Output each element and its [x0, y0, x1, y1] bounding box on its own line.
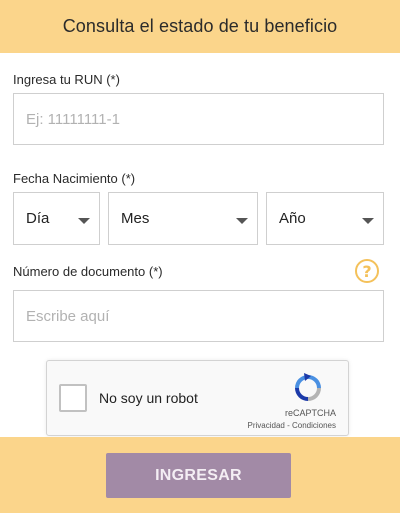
year-select-value: Año	[279, 210, 306, 227]
chevron-down-icon	[78, 218, 90, 224]
month-select[interactable]: Mes	[108, 192, 258, 245]
recaptcha-brand: reCAPTCHA	[284, 408, 336, 418]
birth-required-mark: (*)	[121, 171, 136, 186]
chevron-down-icon	[236, 218, 248, 224]
chevron-down-icon	[362, 218, 374, 224]
run-label: Ingresa tu RUN (*)	[13, 72, 120, 87]
help-symbol: ?	[362, 261, 372, 281]
run-input[interactable]	[26, 94, 383, 144]
recaptcha-terms-link[interactable]: Condiciones	[292, 421, 336, 430]
form-footer: INGRESAR	[0, 437, 400, 513]
recaptcha-links: Privacidad - Condiciones	[248, 421, 337, 430]
recaptcha-checkbox[interactable]	[59, 384, 87, 412]
run-field[interactable]	[13, 93, 384, 145]
document-field[interactable]	[13, 290, 384, 342]
birth-label-text: Fecha Nacimiento	[13, 171, 118, 186]
recaptcha-widget: No soy un robot reCAPTCHA Privacidad - C…	[46, 360, 349, 436]
run-label-text: Ingresa tu RUN	[13, 72, 103, 87]
day-select-value: Día	[26, 210, 50, 227]
document-label-text: Número de documento	[13, 264, 146, 279]
recaptcha-logo-icon	[295, 373, 321, 401]
year-select[interactable]: Año	[266, 192, 384, 245]
day-select[interactable]: Día	[13, 192, 100, 245]
submit-button[interactable]: INGRESAR	[106, 453, 291, 498]
birth-label: Fecha Nacimiento (*)	[13, 171, 135, 186]
run-required-mark: (*)	[106, 72, 120, 87]
document-label: Número de documento (*)	[13, 264, 163, 279]
month-select-value: Mes	[121, 210, 150, 227]
page-header: Consulta el estado de tu beneficio	[0, 0, 400, 53]
document-input[interactable]	[26, 291, 383, 341]
document-required-mark: (*)	[148, 264, 163, 279]
recaptcha-privacy-link[interactable]: Privacidad	[248, 421, 285, 430]
recaptcha-separator: -	[284, 421, 292, 430]
page-title: Consulta el estado de tu beneficio	[62, 16, 338, 36]
question-circle-icon[interactable]: ?	[355, 259, 379, 283]
recaptcha-label: No soy un robot	[99, 390, 198, 406]
